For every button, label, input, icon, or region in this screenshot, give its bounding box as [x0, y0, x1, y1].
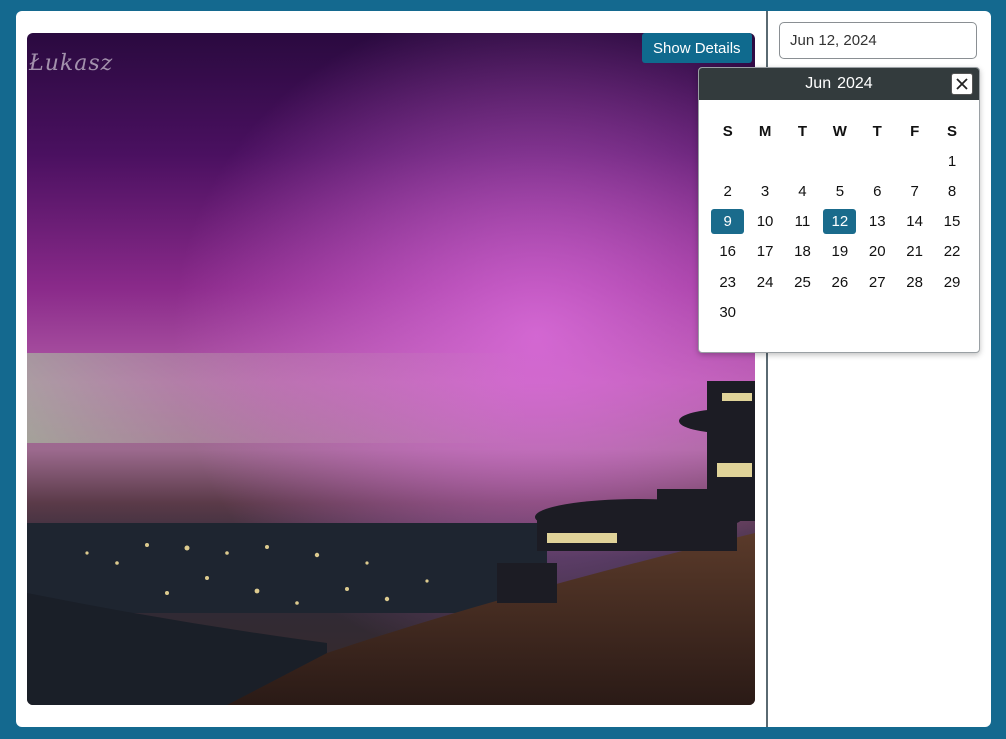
day-8[interactable]: 8: [933, 179, 970, 204]
day-27[interactable]: 27: [859, 270, 896, 295]
day-4[interactable]: 4: [784, 179, 821, 204]
day-5[interactable]: 5: [821, 179, 858, 204]
empty-day-cell: [896, 300, 933, 325]
empty-day-cell: [746, 149, 783, 174]
empty-day-cell: [821, 149, 858, 174]
datepicker-popup: Jun 2024 S M T W T F S 1 2 3 4 5 6 7 8 9 10 11 12 13…: [698, 67, 980, 353]
empty-day-cell: [709, 149, 746, 174]
week-row: 2345678: [709, 176, 971, 206]
day-26[interactable]: 26: [821, 270, 858, 295]
day-24[interactable]: 24: [746, 270, 783, 295]
day-12[interactable]: 12: [823, 209, 857, 235]
weekday-label: M: [758, 122, 772, 140]
day-14[interactable]: 14: [896, 209, 933, 234]
close-icon: [956, 78, 968, 90]
day-25[interactable]: 25: [784, 270, 821, 295]
day-13[interactable]: 13: [859, 209, 896, 234]
day-6[interactable]: 6: [859, 179, 896, 204]
week-row: 16 17 18 19 20 21 22: [709, 237, 971, 267]
day-1[interactable]: 1: [933, 149, 970, 174]
day-18[interactable]: 18: [784, 239, 821, 264]
day-29[interactable]: 29: [933, 270, 970, 295]
empty-day-cell: [859, 300, 896, 325]
day-21[interactable]: 21: [896, 239, 933, 264]
day-9[interactable]: 9: [711, 209, 745, 235]
day-11[interactable]: 11: [784, 209, 821, 234]
day-20[interactable]: 20: [859, 239, 896, 264]
empty-day-cell: [821, 300, 858, 325]
day-22[interactable]: 22: [933, 239, 970, 264]
day-3[interactable]: 3: [746, 179, 783, 204]
day-7[interactable]: 7: [896, 179, 933, 204]
day-10[interactable]: 10: [746, 209, 783, 234]
date-input-field[interactable]: Jun 12, 2024: [779, 22, 977, 59]
empty-day-cell: [746, 300, 783, 325]
close-button[interactable]: [951, 73, 973, 95]
week-rows: 1 2 3 4 5 6 7 8 9 10 11 12 13 14 15 16 17 18 19 20 21 22 23 24 2…: [709, 146, 971, 327]
day-28[interactable]: 28: [896, 270, 933, 295]
day-30[interactable]: 30: [709, 300, 746, 325]
day-15[interactable]: 15: [933, 209, 970, 234]
day-17[interactable]: 17: [746, 239, 783, 264]
datepicker-year[interactable]: 2024: [837, 75, 873, 93]
photo-scene: [27, 33, 755, 705]
empty-day-cell: [784, 149, 821, 174]
weekday-label: T: [872, 122, 882, 140]
main-card: Łukasz Show Details Jun 12, 2024 Jun 202…: [16, 11, 991, 727]
weekday-label: W: [832, 122, 847, 140]
day-23[interactable]: 23: [709, 270, 746, 295]
weekday-label: S: [722, 122, 733, 140]
week-row: 30: [709, 297, 971, 327]
show-details-button[interactable]: Show Details: [642, 33, 752, 63]
week-row: 23 24 25 26 27 28 29: [709, 267, 971, 297]
day-2[interactable]: 2: [709, 179, 746, 204]
datepicker-month[interactable]: Jun: [805, 75, 831, 93]
week-row: 9 10 11 12 13 14 15: [709, 207, 971, 237]
empty-day-cell: [896, 149, 933, 174]
calendar-grid: S M T W T F S 1 2 3 4 5 6 7 8 9 10 11 12 13 14 15 16 17 1…: [709, 116, 971, 327]
empty-day-cell: [784, 300, 821, 325]
week-row: 1: [709, 146, 971, 176]
weekday-label: F: [910, 122, 920, 140]
empty-day-cell: [933, 300, 970, 325]
day-19[interactable]: 19: [821, 239, 858, 264]
weekday-label: T: [797, 122, 808, 140]
empty-day-cell: [859, 149, 896, 174]
day-16[interactable]: 16: [709, 239, 746, 264]
weekday-label: S: [947, 122, 958, 140]
datepicker-header: Jun 2024: [699, 68, 979, 100]
aurora-photo: Łukasz: [27, 33, 755, 705]
photographer-signature: Łukasz: [29, 51, 114, 76]
weekday-row: S M T W T F S: [709, 116, 971, 146]
